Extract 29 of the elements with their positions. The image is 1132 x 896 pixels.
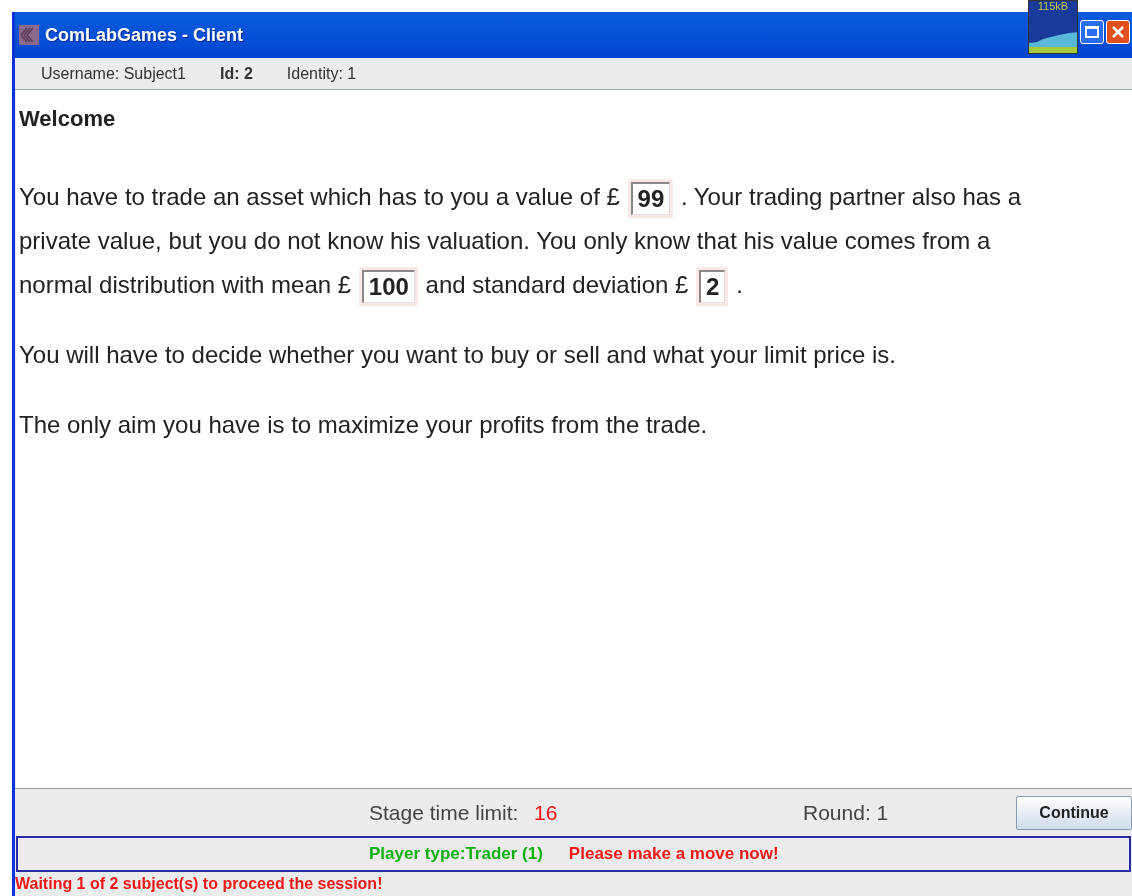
instruction-text: normal distribution with mean £	[19, 271, 352, 298]
maximize-button[interactable]	[1080, 20, 1104, 44]
heading: Welcome	[19, 105, 117, 133]
id-label: Id: 2	[219, 63, 253, 84]
value-field: 100	[361, 270, 415, 304]
instruction-text: . Your trading partner also has a	[680, 183, 1022, 210]
close-icon	[1111, 25, 1125, 39]
value-field: 2	[699, 270, 726, 304]
time-limit-value: 16	[534, 799, 558, 826]
move-prompt: Please make a move now!	[568, 843, 779, 866]
username-label: Username: Subject1	[41, 63, 186, 84]
instruction-text: You have to trade an asset which has to you a value of £	[19, 183, 620, 210]
maximize-icon	[1085, 26, 1099, 38]
instruction-text: and standard deviation £	[425, 271, 689, 298]
player-type-label: Player type:Trader (1)	[369, 843, 543, 866]
app-icon	[19, 25, 39, 45]
time-limit-label: Stage time limit:	[369, 799, 519, 826]
continue-button[interactable]: Continue	[1016, 795, 1132, 830]
close-button[interactable]	[1106, 20, 1130, 44]
memory-monitor: 115kB	[1028, 0, 1078, 54]
instruction-text: .	[736, 271, 743, 298]
window-title: ComLabGames - Client	[45, 23, 244, 47]
value-field: 99	[630, 182, 671, 216]
identity-label: Identity: 1	[286, 63, 357, 84]
instruction-text: You will have to decide whether you want to buy or sell and what your limit price is.	[19, 341, 896, 368]
round-label: Round: 1	[803, 799, 889, 826]
waiting-message: Waiting 1 of 2 subject(s) to proceed the session!	[15, 874, 383, 894]
instruction-text: The only aim you have is to maximize your profits from the trade.	[19, 411, 708, 438]
instruction-text: private value, but you do not know his valuation. You only know that his value comes from a	[19, 227, 991, 254]
